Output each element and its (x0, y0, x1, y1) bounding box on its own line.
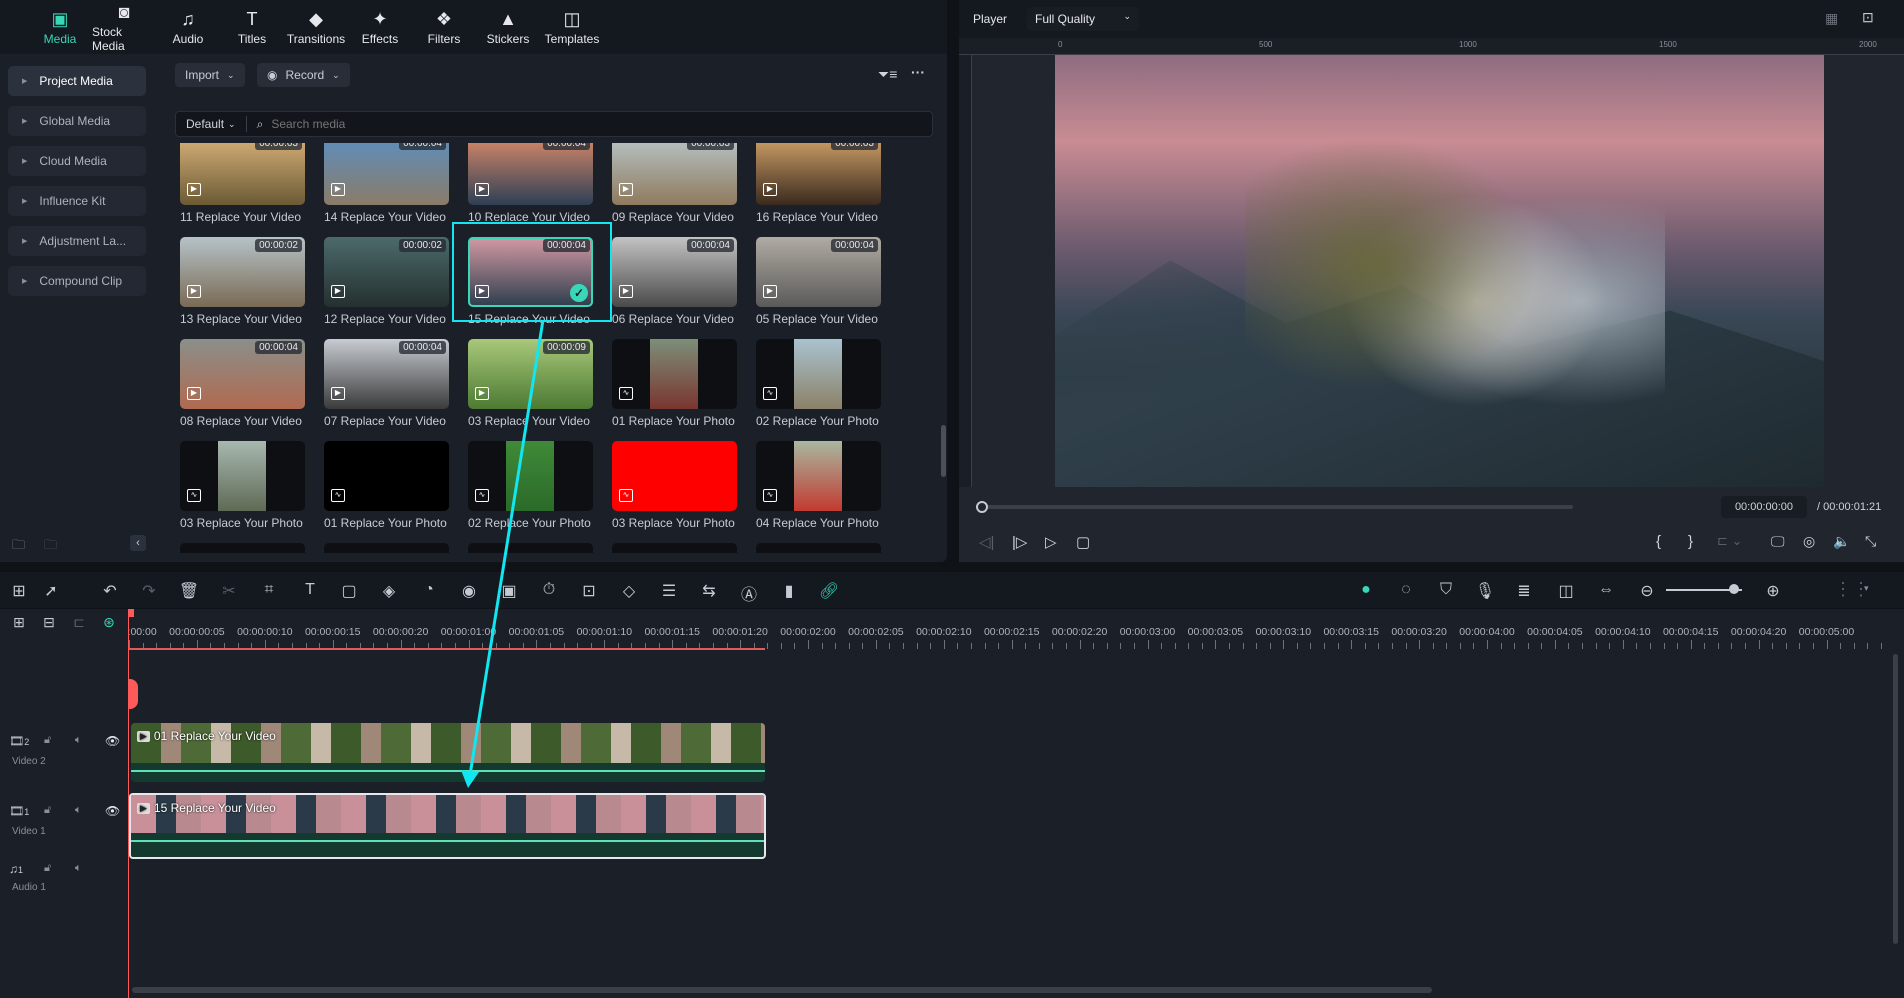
annotation-arrow (461, 319, 545, 788)
arrow-line (468, 319, 545, 776)
arrow-head (461, 770, 479, 788)
